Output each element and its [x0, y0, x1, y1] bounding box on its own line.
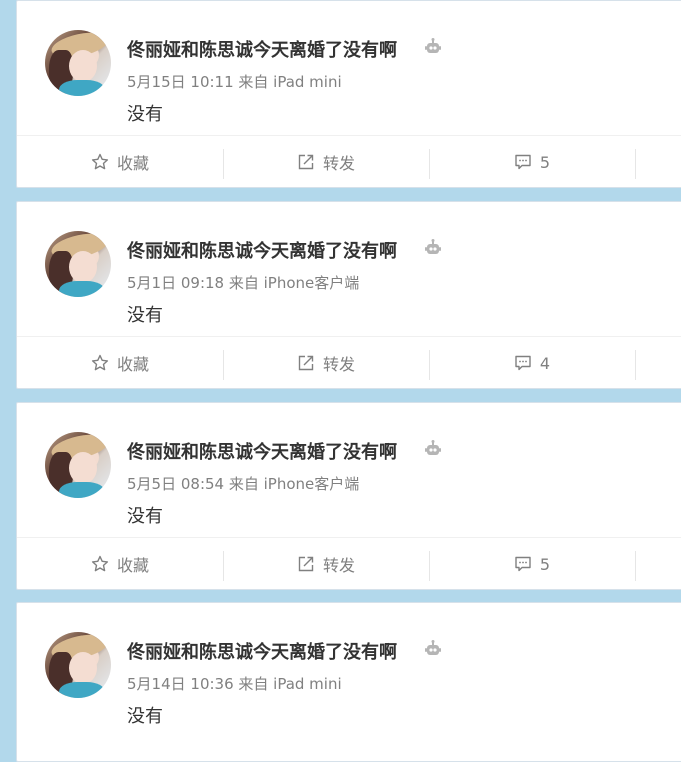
post-header: 佟丽娅和陈思诚今天离婚了没有啊 5月14日 10:36 来自 iPad mini… [17, 603, 681, 737]
repost-label: 转发 [322, 355, 355, 374]
author-name[interactable]: 佟丽娅和陈思诚今天离婚了没有啊 [127, 237, 397, 263]
post-meta[interactable]: 5月1日 09:18 来自 iPhone客户端 [127, 272, 359, 293]
avatar-face-detail [69, 452, 97, 484]
star-icon [91, 153, 109, 170]
action-divider [635, 350, 636, 380]
favorite-button[interactable]: 收藏 [17, 538, 223, 590]
share-box-icon [298, 355, 314, 371]
favorite-button[interactable]: 收藏 [17, 337, 223, 389]
share-box-icon [298, 154, 314, 170]
favorite-button[interactable]: 收藏 [17, 136, 223, 188]
favorite-label: 收藏 [116, 154, 149, 173]
avatar-shirt-detail [59, 682, 105, 698]
post-actions: 收藏 转发 5 [17, 537, 681, 590]
post-card: 佟丽娅和陈思诚今天离婚了没有啊 5月5日 08:54 来自 iPhone客户端 … [16, 402, 681, 590]
share-box-icon [298, 556, 314, 572]
post-meta[interactable]: 5月15日 10:11 来自 iPad mini [127, 71, 342, 92]
comment-button[interactable]: 5 [429, 136, 635, 188]
comment-count: 5 [539, 152, 551, 172]
avatar-shirt-detail [59, 80, 105, 96]
repost-button[interactable]: 转发 [223, 337, 429, 389]
user-avatar[interactable] [45, 231, 111, 297]
user-avatar[interactable] [45, 30, 111, 96]
comment-bubble-icon [515, 556, 531, 572]
favorite-label: 收藏 [116, 355, 149, 374]
comment-count: 4 [539, 353, 551, 373]
avatar-shirt-detail [59, 482, 105, 498]
post-actions: 收藏 转发 4 [17, 336, 681, 389]
avatar-face-detail [69, 652, 97, 684]
robot-icon [425, 239, 441, 254]
post-text: 没有 [127, 506, 163, 527]
avatar-face-detail [69, 50, 97, 82]
robot-icon [425, 440, 441, 455]
robot-icon [425, 38, 441, 53]
user-avatar[interactable] [45, 632, 111, 698]
author-name[interactable]: 佟丽娅和陈思诚今天离婚了没有啊 [127, 438, 397, 464]
post-card: 佟丽娅和陈思诚今天离婚了没有啊 5月15日 10:11 来自 iPad mini… [16, 0, 681, 188]
author-name[interactable]: 佟丽娅和陈思诚今天离婚了没有啊 [127, 638, 397, 664]
comment-count: 5 [539, 554, 551, 574]
post-text: 没有 [127, 305, 163, 326]
comment-button[interactable]: 5 [429, 538, 635, 590]
post-text: 没有 [127, 706, 163, 727]
repost-label: 转发 [322, 556, 355, 575]
action-divider [635, 149, 636, 179]
post-header: 佟丽娅和陈思诚今天离婚了没有啊 5月5日 08:54 来自 iPhone客户端 … [17, 403, 681, 537]
robot-icon [425, 640, 441, 655]
post-card: 佟丽娅和陈思诚今天离婚了没有啊 5月1日 09:18 来自 iPhone客户端 … [16, 201, 681, 389]
star-icon [91, 354, 109, 371]
post-card: 佟丽娅和陈思诚今天离婚了没有啊 5月14日 10:36 来自 iPad mini… [16, 602, 681, 762]
comment-bubble-icon [515, 355, 531, 371]
avatar-shirt-detail [59, 281, 105, 297]
post-meta[interactable]: 5月14日 10:36 来自 iPad mini [127, 673, 342, 694]
author-name[interactable]: 佟丽娅和陈思诚今天离婚了没有啊 [127, 36, 397, 62]
post-header: 佟丽娅和陈思诚今天离婚了没有啊 5月1日 09:18 来自 iPhone客户端 … [17, 202, 681, 336]
repost-label: 转发 [322, 154, 355, 173]
comment-bubble-icon [515, 154, 531, 170]
comment-button[interactable]: 4 [429, 337, 635, 389]
post-header: 佟丽娅和陈思诚今天离婚了没有啊 5月15日 10:11 来自 iPad mini… [17, 1, 681, 135]
post-text: 没有 [127, 104, 163, 125]
repost-button[interactable]: 转发 [223, 136, 429, 188]
post-meta[interactable]: 5月5日 08:54 来自 iPhone客户端 [127, 473, 359, 494]
avatar-face-detail [69, 251, 97, 283]
favorite-label: 收藏 [116, 556, 149, 575]
action-divider [635, 551, 636, 581]
user-avatar[interactable] [45, 432, 111, 498]
repost-button[interactable]: 转发 [223, 538, 429, 590]
post-actions: 收藏 转发 5 [17, 135, 681, 188]
star-icon [91, 555, 109, 572]
